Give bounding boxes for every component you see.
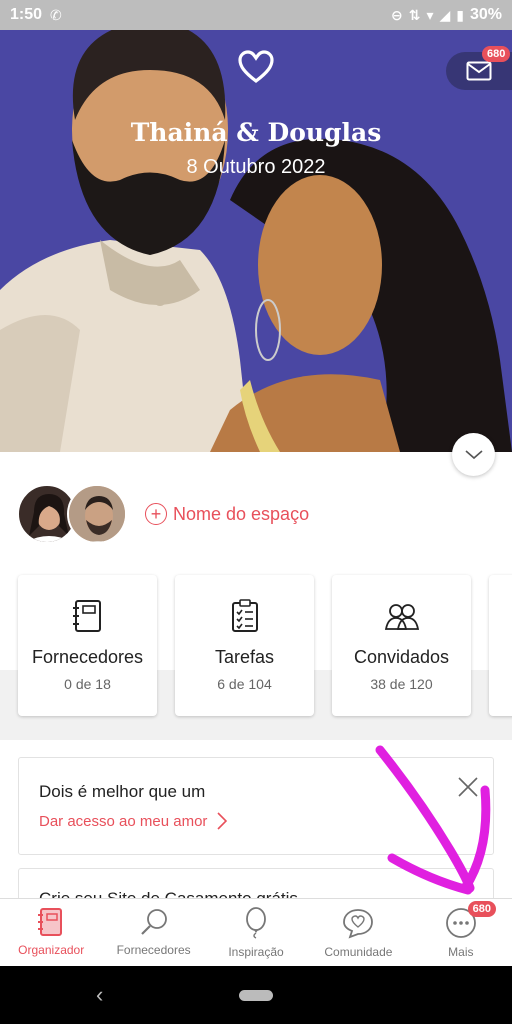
- status-right: ⊖ ⇅ ▾ ◢ ▮ 30%: [391, 6, 502, 24]
- card-fornecedores[interactable]: Fornecedores 0 de 18: [18, 575, 157, 716]
- bottom-nav: Organizador Fornecedores Inspiração Comu…: [0, 898, 512, 966]
- status-bar: 1:50 ✆ ⊖ ⇅ ▾ ◢ ▮ 30%: [0, 0, 512, 30]
- card-count: 0 de 18: [64, 676, 111, 692]
- card-convidados[interactable]: Convidados 38 de 120: [332, 575, 471, 716]
- card-count: 6 de 104: [217, 676, 272, 692]
- card-title: Tarefas: [214, 647, 275, 667]
- heart-icon[interactable]: [238, 50, 274, 84]
- chevron-down-icon: [464, 449, 483, 459]
- checklist-icon: [231, 599, 258, 632]
- dnd-icon: ⊖: [390, 6, 403, 23]
- search-icon: [140, 909, 167, 935]
- nav-label: Fornecedores: [116, 943, 191, 957]
- summary-cards: Fornecedores 0 de 18 Tarefas 6 de 104 Co…: [18, 575, 471, 716]
- card-title: Convidados: [353, 647, 450, 667]
- nav-label: Comunidade: [324, 945, 393, 959]
- annotation-arrow: [375, 745, 491, 895]
- whatsapp-icon: ✆: [50, 6, 62, 23]
- organizer-icon: [38, 908, 63, 936]
- more-badge: 680: [467, 901, 496, 917]
- nav-label: Organizador: [18, 943, 85, 957]
- promo-link-label: Dar acesso ao meu amor: [39, 812, 208, 830]
- nav-inspiracao[interactable]: Inspiração: [205, 899, 307, 966]
- battery-level: 30%: [469, 6, 502, 23]
- inbox-button[interactable]: 680: [446, 46, 512, 90]
- nav-fornecedores[interactable]: Fornecedores: [102, 899, 204, 966]
- system-nav-bar: ‹: [0, 966, 512, 1024]
- nav-organizador[interactable]: Organizador: [0, 899, 102, 966]
- notebook-icon: [72, 600, 101, 632]
- couple-illustration: [0, 30, 512, 452]
- promo-link[interactable]: Dar acesso ao meu amor: [39, 812, 228, 830]
- add-space-label: Nome do espaço: [173, 503, 310, 524]
- expand-button[interactable]: [452, 433, 495, 476]
- battery-icon: ▮: [456, 6, 464, 23]
- card-next-partial[interactable]: [489, 575, 512, 716]
- balloon-icon: [246, 907, 266, 939]
- nav-mais[interactable]: 680 Mais: [410, 899, 512, 966]
- add-space-button[interactable]: + Nome do espaço: [145, 503, 309, 525]
- wifi-icon: ▾: [426, 6, 434, 23]
- vibrate-icon: ⇅: [408, 6, 421, 23]
- plus-circle-icon: +: [145, 503, 167, 525]
- status-time: 1:50: [10, 6, 43, 23]
- card-count: 38 de 120: [370, 676, 433, 692]
- chat-heart-icon: [343, 909, 374, 939]
- home-pill[interactable]: [239, 990, 273, 1001]
- back-icon[interactable]: ‹: [96, 982, 103, 1008]
- mail-badge: 680: [482, 46, 511, 62]
- nav-comunidade[interactable]: Comunidade: [307, 899, 409, 966]
- guests-icon: [384, 604, 419, 630]
- couple-name: Thainá & Douglas: [130, 118, 382, 147]
- wedding-date: 8 Outubro 2022: [186, 156, 326, 178]
- card-tarefas[interactable]: Tarefas 6 de 104: [175, 575, 314, 716]
- card-title: Fornecedores: [31, 647, 144, 667]
- nav-label: Inspiração: [228, 945, 284, 959]
- hero-banner: Thainá & Douglas 8 Outubro 2022 680: [0, 30, 512, 452]
- avatar-groom: [67, 484, 127, 544]
- mail-icon: [466, 61, 492, 81]
- signal-icon: ◢: [439, 6, 451, 23]
- nav-label: Mais: [448, 945, 474, 959]
- promo-title: Dois é melhor que um: [39, 782, 206, 801]
- couple-avatars[interactable]: [17, 484, 137, 548]
- chevron-right-icon: [217, 812, 228, 830]
